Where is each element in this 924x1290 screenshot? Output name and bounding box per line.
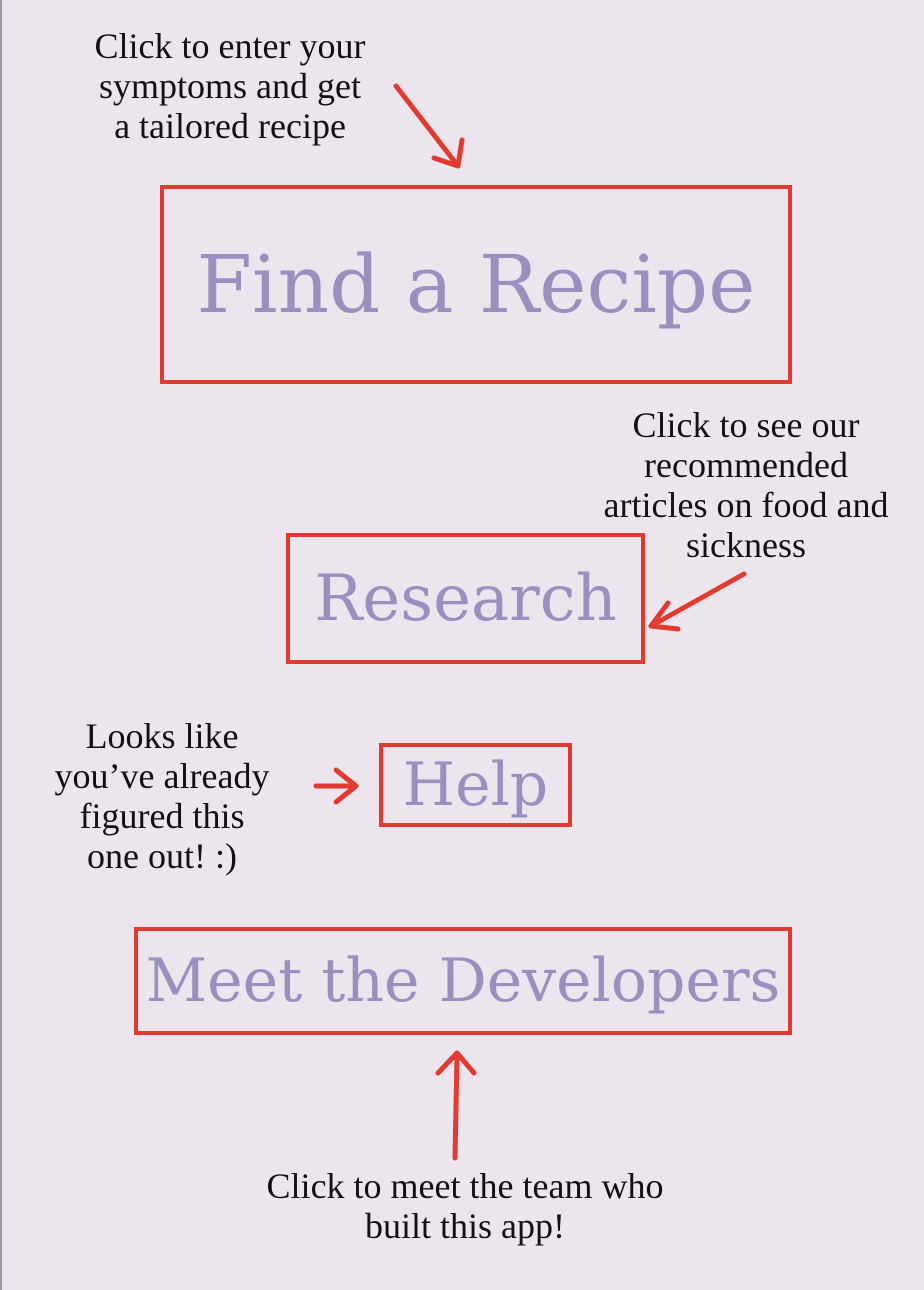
help-button-label: Help: [402, 750, 549, 820]
help-arrow-icon: [313, 767, 359, 805]
meet-developers-button-label: Meet the Developers: [145, 946, 781, 1016]
meet-developers-annotation: Click to meet the team who built this ap…: [266, 1166, 664, 1246]
meet-developers-arrow-icon: [435, 1050, 477, 1161]
window-left-edge: [0, 0, 2, 1290]
find-recipe-annotation: Click to enter your symptoms and get a t…: [94, 26, 366, 146]
research-button[interactable]: Research: [286, 533, 645, 664]
help-annotation: Looks like you’ve already figured this o…: [54, 716, 270, 876]
research-button-label: Research: [314, 561, 617, 636]
find-recipe-button-label: Find a Recipe: [196, 237, 756, 331]
meet-developers-button[interactable]: Meet the Developers: [134, 927, 792, 1035]
find-recipe-button[interactable]: Find a Recipe: [160, 185, 792, 384]
research-arrow-icon: [648, 571, 747, 632]
help-button[interactable]: Help: [379, 743, 572, 827]
